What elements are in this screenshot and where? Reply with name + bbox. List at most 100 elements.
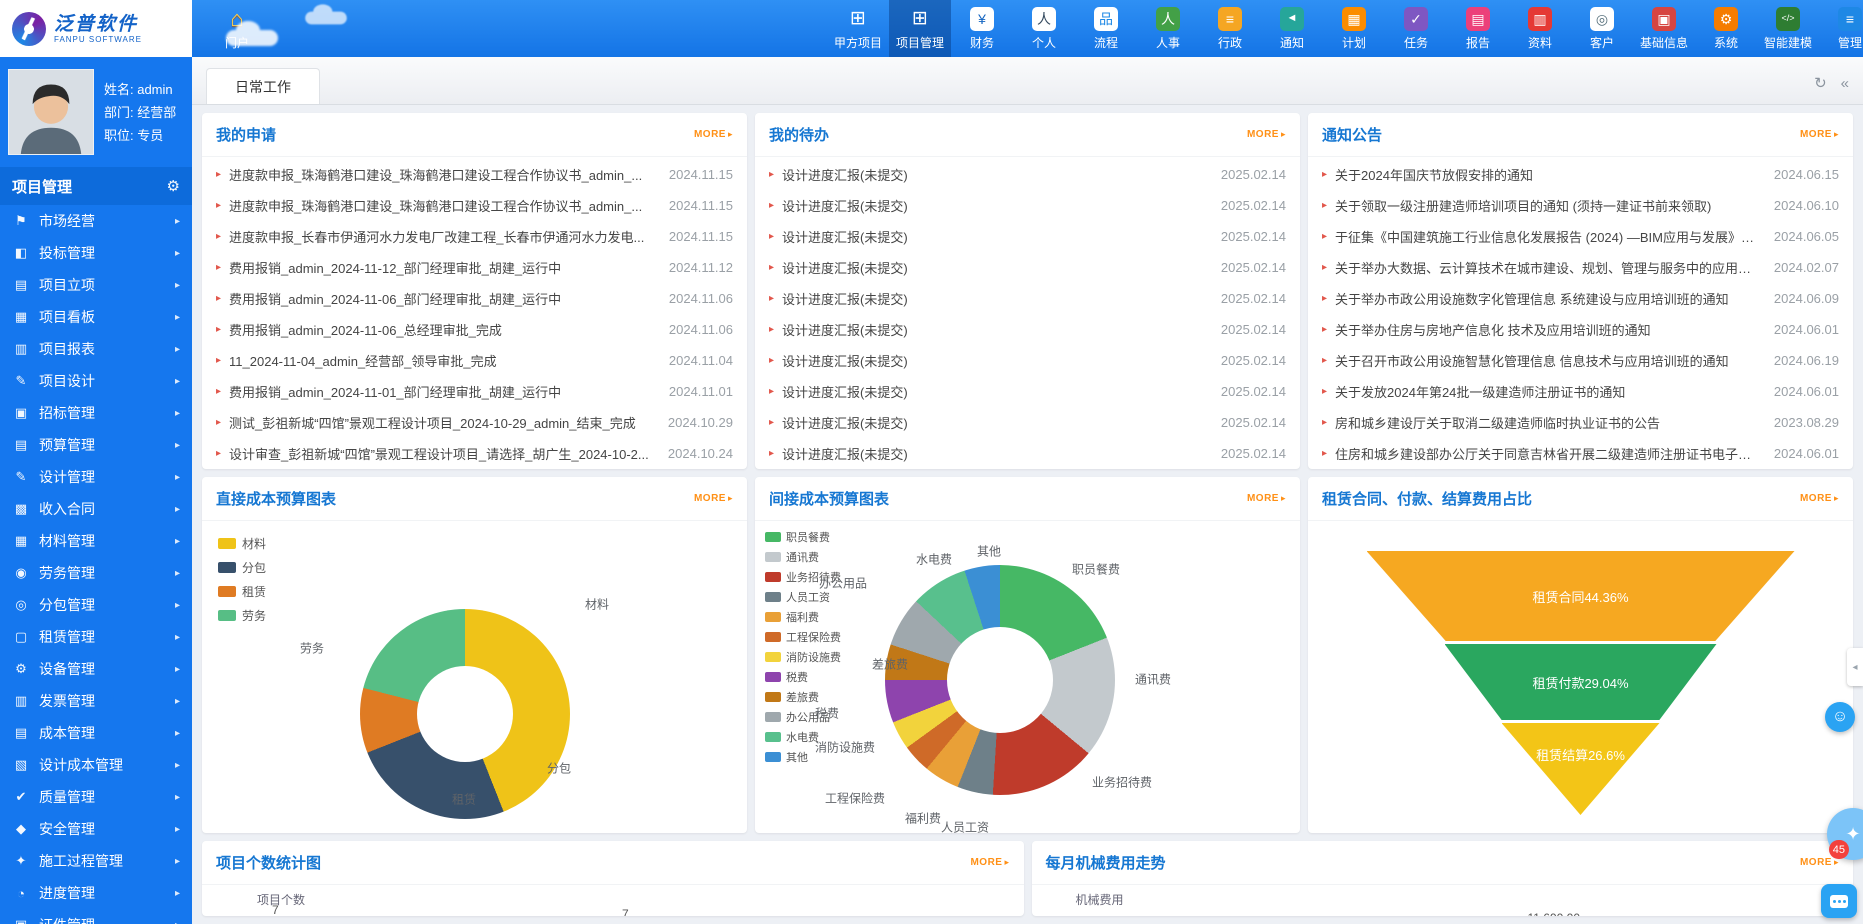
list-item[interactable]: ▸进度款申报_珠海鹤港口建设_珠海鹤港口建设工程合作协议书_admin_...2… [202, 190, 747, 221]
legend-item[interactable]: 劳务 [218, 607, 266, 624]
list-item[interactable]: ▸设计进度汇报(未提交)2025.02.14 [755, 314, 1300, 345]
list-item[interactable]: ▸设计进度汇报(未提交)2025.02.14 [755, 252, 1300, 283]
list-item[interactable]: ▸费用报销_admin_2024-11-01_部门经理审批_胡建_运行中2024… [202, 376, 747, 407]
list-item[interactable]: ▸关于举办住房与房地产信息化 技术及应用培训班的通知2024.06.01 [1308, 314, 1853, 345]
sidebar-item-tender[interactable]: ▣招标管理▸ [0, 397, 192, 429]
sidebar-item-lease[interactable]: ▢租赁管理▸ [0, 621, 192, 653]
sidebar-item-equipment[interactable]: ⚙设备管理▸ [0, 653, 192, 685]
nav-item-personal[interactable]: 人个人 [1013, 0, 1075, 57]
legend-item[interactable]: 租赁 [218, 583, 266, 600]
legend-item[interactable]: 差旅费 [765, 689, 841, 705]
more-link[interactable]: MORE▸ [1800, 129, 1839, 140]
sidebar-item-reports[interactable]: ▥项目报表▸ [0, 333, 192, 365]
side-panel-handle[interactable]: ◂ [1847, 648, 1863, 686]
sidebar-item-construction[interactable]: ✦施工过程管理▸ [0, 845, 192, 877]
collapse-icon[interactable]: « [1841, 75, 1849, 92]
list-item[interactable]: ▸11_2024-11-04_admin_经营部_领导审批_完成2024.11.… [202, 345, 747, 376]
legend-item[interactable]: 分包 [218, 559, 266, 576]
nav-item-workflow[interactable]: 品流程 [1075, 0, 1137, 57]
sidebar-item-invoice[interactable]: ▥发票管理▸ [0, 685, 192, 717]
chat-button[interactable] [1821, 884, 1857, 918]
nav-item-admin-affairs[interactable]: ≡行政 [1199, 0, 1261, 57]
nav-item-tasks[interactable]: ✓任务 [1385, 0, 1447, 57]
list-item[interactable]: ▸设计进度汇报(未提交)2025.02.14 [755, 221, 1300, 252]
list-item[interactable]: ▸测试_彭祖新城“四馆”景观工程设计项目_2024-10-29_admin_结束… [202, 407, 747, 438]
list-item[interactable]: ▸关于召开市政公用设施智慧化管理信息 信息技术与应用培训班的通知2024.06.… [1308, 345, 1853, 376]
more-link[interactable]: MORE▸ [694, 129, 733, 140]
list-item[interactable]: ▸关于发放2024年第24批一级建造师注册证书的通知2024.06.01 [1308, 376, 1853, 407]
sidebar-item-market[interactable]: ⚑市场经营▸ [0, 205, 192, 237]
list-item[interactable]: ▸进度款申报_长春市伊通河水力发电厂改建工程_长春市伊通河水力发电...2024… [202, 221, 747, 252]
list-item[interactable]: ▸关于2024年国庆节放假安排的通知2024.06.15 [1308, 159, 1853, 190]
refresh-icon[interactable]: ↻ [1814, 74, 1827, 92]
list-item[interactable]: ▸费用报销_admin_2024-11-06_总经理审批_完成2024.11.0… [202, 314, 747, 345]
nav-item-report[interactable]: ▤报告 [1447, 0, 1509, 57]
legend-item[interactable]: 职员餐费 [765, 529, 841, 545]
list-item[interactable]: ▸关于领取一级注册建造师培训项目的通知 (须持一建证书前来领取)2024.06.… [1308, 190, 1853, 221]
nav-item-owner-projects[interactable]: ⊞甲方项目 [827, 0, 889, 57]
more-link[interactable]: MORE▸ [694, 493, 733, 504]
sidebar-item-initiation[interactable]: ▤项目立项▸ [0, 269, 192, 301]
menu-item-label: 证件管理 [39, 915, 95, 924]
sidebar-item-design-mgmt[interactable]: ✎设计管理▸ [0, 461, 192, 493]
list-item[interactable]: ▸设计进度汇报(未提交)2025.02.14 [755, 159, 1300, 190]
list-item[interactable]: ▸住房和城乡建设部办公厅关于同意吉林省开展二级建造师注册证书电子化试点...20… [1308, 438, 1853, 469]
list-item[interactable]: ▸设计进度汇报(未提交)2025.02.14 [755, 438, 1300, 469]
list-item[interactable]: ▸费用报销_admin_2024-11-06_部门经理审批_胡建_运行中2024… [202, 283, 747, 314]
item-text: 费用报销_admin_2024-11-06_总经理审批_完成 [229, 320, 669, 339]
sidebar-item-design-cost[interactable]: ▧设计成本管理▸ [0, 749, 192, 781]
list-item[interactable]: ▸关于举办市政公用设施数字化管理信息 系统建设与应用培训班的通知2024.06.… [1308, 283, 1853, 314]
tab-daily-work[interactable]: 日常工作 [206, 68, 320, 104]
more-link[interactable]: MORE▸ [1247, 129, 1286, 140]
sidebar-item-progress[interactable]: ◔进度管理▸ [0, 877, 192, 909]
nav-item-finance[interactable]: ¥财务 [951, 0, 1013, 57]
gear-icon[interactable]: ⚙ [167, 177, 180, 195]
nav-item-base-info[interactable]: ▣基础信息 [1633, 0, 1695, 57]
nav-item-manage[interactable]: ≡管理 [1819, 0, 1863, 57]
nav-item-notice[interactable]: ◄通知 [1261, 0, 1323, 57]
more-link[interactable]: MORE▸ [1800, 493, 1839, 504]
list-item[interactable]: ▸关于举办大数据、云计算技术在城市建设、规划、管理与服务中的应用培训班...20… [1308, 252, 1853, 283]
sidebar-item-material[interactable]: ▦材料管理▸ [0, 525, 192, 557]
list-item[interactable]: ▸设计审查_彭祖新城“四馆”景观工程设计项目_请选择_胡广生_2024-10-2… [202, 438, 747, 469]
legend-item[interactable]: 材料 [218, 535, 266, 552]
list-item[interactable]: ▸设计进度汇报(未提交)2025.02.14 [755, 376, 1300, 407]
sidebar-item-safety[interactable]: ◆安全管理▸ [0, 813, 192, 845]
list-item[interactable]: ▸费用报销_admin_2024-11-12_部门经理审批_胡建_运行中2024… [202, 252, 747, 283]
sidebar-item-design[interactable]: ✎项目设计▸ [0, 365, 192, 397]
sidebar-item-labor[interactable]: ◉劳务管理▸ [0, 557, 192, 589]
sidebar-item-cost[interactable]: ▤成本管理▸ [0, 717, 192, 749]
sidebar-item-budget[interactable]: ▤预算管理▸ [0, 429, 192, 461]
list-item[interactable]: ▸设计进度汇报(未提交)2025.02.14 [755, 190, 1300, 221]
nav-item-customers[interactable]: ◎客户 [1571, 0, 1633, 57]
list-item[interactable]: ▸房和城乡建设厅关于取消二级建造师临时执业证书的公告2023.08.29 [1308, 407, 1853, 438]
more-link[interactable]: MORE▸ [1800, 857, 1839, 868]
nav-item-hr[interactable]: 人人事 [1137, 0, 1199, 57]
nav-item-plan[interactable]: ▦计划 [1323, 0, 1385, 57]
customer-service-button[interactable]: ☺ [1825, 702, 1855, 732]
list-item[interactable]: ▸设计进度汇报(未提交)2025.02.14 [755, 345, 1300, 376]
sidebar-item-income[interactable]: ▩收入合同▸ [0, 493, 192, 525]
nav-item-system[interactable]: ⚙系统 [1695, 0, 1757, 57]
item-date: 2025.02.14 [1221, 229, 1286, 244]
list-item[interactable]: ▸设计进度汇报(未提交)2025.02.14 [755, 283, 1300, 314]
more-link[interactable]: MORE▸ [1247, 493, 1286, 504]
legend-item[interactable]: 税费 [765, 669, 841, 685]
more-link[interactable]: MORE▸ [970, 857, 1009, 868]
nav-item-modeling[interactable]: </>智能建模 [1757, 0, 1819, 57]
legend-item[interactable]: 工程保险费 [765, 629, 841, 645]
list-item[interactable]: ▸进度款申报_珠海鹤港口建设_珠海鹤港口建设工程合作协议书_admin_...2… [202, 159, 747, 190]
legend-item[interactable]: 消防设施费 [765, 649, 841, 665]
sidebar-item-certificate[interactable]: ▣证件管理▸ [0, 909, 192, 924]
sidebar-item-bid[interactable]: ◧投标管理▸ [0, 237, 192, 269]
sidebar-item-board[interactable]: ▦项目看板▸ [0, 301, 192, 333]
legend-item[interactable]: 福利费 [765, 609, 841, 625]
nav-item-project-mgmt[interactable]: ⊞项目管理 [889, 0, 951, 57]
legend-item[interactable]: 通讯费 [765, 549, 841, 565]
list-item[interactable]: ▸设计进度汇报(未提交)2025.02.14 [755, 407, 1300, 438]
list-item[interactable]: ▸于征集《中国建筑施工行业信息化发展报告 (2024) —BIM应用与发展》材料… [1308, 221, 1853, 252]
base-info-icon: ▣ [1652, 7, 1676, 31]
sidebar-item-subcontract[interactable]: ◎分包管理▸ [0, 589, 192, 621]
nav-item-documents[interactable]: ▥资料 [1509, 0, 1571, 57]
sidebar-item-quality[interactable]: ✔质量管理▸ [0, 781, 192, 813]
